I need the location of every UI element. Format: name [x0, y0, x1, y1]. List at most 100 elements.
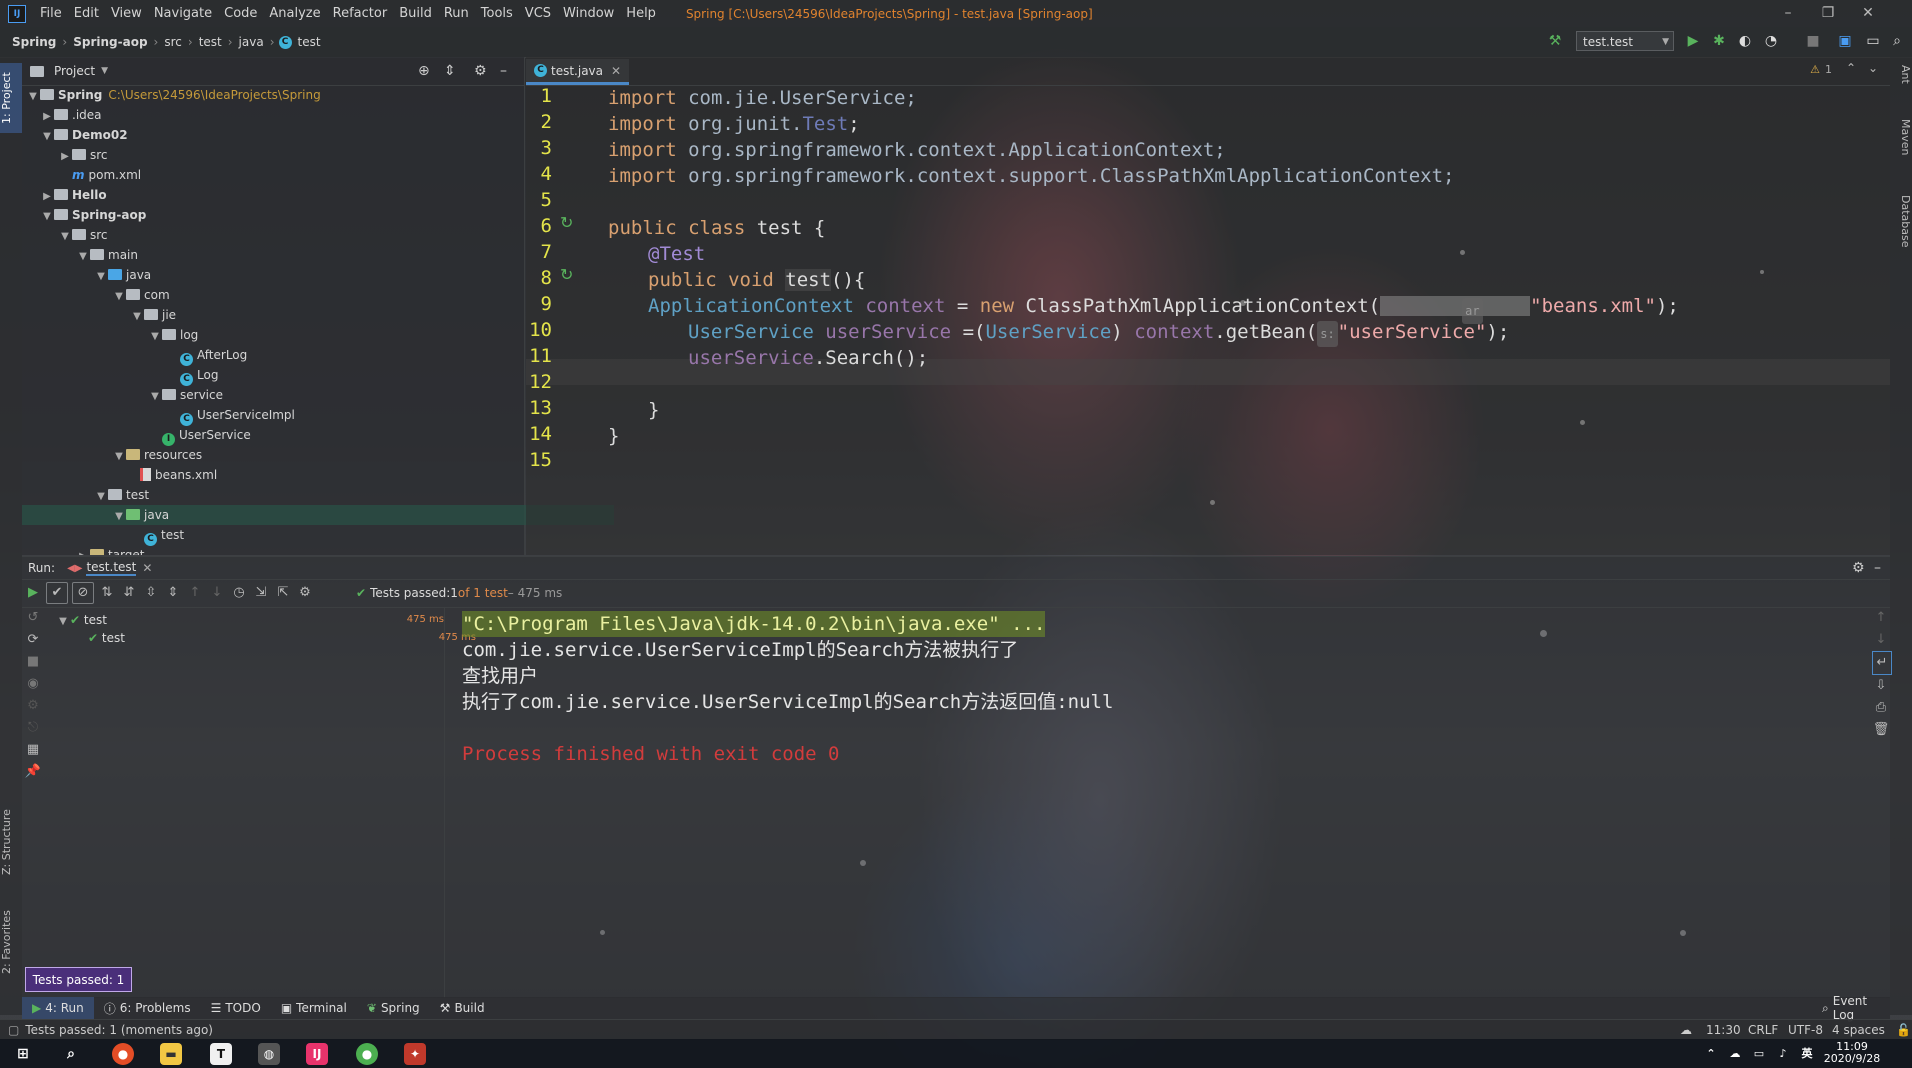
volume-icon[interactable]: ♪ — [1772, 1043, 1794, 1065]
search-icon[interactable]: ⌕ — [60, 1043, 82, 1065]
tree-item-test[interactable]: ▼ test — [22, 485, 596, 505]
app-icon[interactable]: ✦ — [404, 1043, 426, 1065]
chevron-down-icon[interactable]: ▼ — [112, 507, 126, 527]
database-tool-tab[interactable]: Database — [1890, 195, 1912, 275]
intellij-app-icon[interactable]: IJ — [306, 1043, 328, 1065]
arrow-down-icon[interactable]: ↓ — [1872, 629, 1890, 651]
tree-item-hello[interactable]: ▶ Hello — [22, 185, 542, 205]
tree-item-pom[interactable]: m pom.xml — [22, 165, 574, 185]
file-explorer-icon[interactable]: ▬ — [160, 1043, 182, 1065]
stop-icon[interactable]: ■ — [1804, 32, 1822, 50]
spring-tool-tab[interactable]: ❦ Spring — [357, 997, 430, 1019]
lock-icon[interactable]: 🔓 — [1896, 1020, 1911, 1040]
chrome-app-icon[interactable]: ● — [356, 1043, 378, 1065]
chrome-app-icon[interactable]: ● — [112, 1043, 134, 1065]
trash-icon[interactable]: 🗑 — [1872, 719, 1890, 741]
todo-tool-tab[interactable]: ☰ TODO — [201, 997, 271, 1019]
menu-window[interactable]: Window — [557, 6, 620, 21]
structure-tool-tab[interactable]: Z: Structure — [0, 797, 22, 887]
tree-item-idea[interactable]: ▶ .idea — [22, 105, 542, 125]
chevron-down-icon[interactable]: ▼ — [94, 487, 108, 507]
show-passed-icon[interactable]: ✔ — [46, 582, 68, 604]
network-icon[interactable]: ▭ — [1748, 1043, 1770, 1065]
maven-tool-tab[interactable]: Maven — [1890, 119, 1912, 179]
chevron-up-icon[interactable]: ⌃ — [1700, 1043, 1722, 1065]
breadcrumb-spring-aop[interactable]: Spring-aop — [71, 35, 149, 49]
windows-start-icon[interactable]: ⊞ — [12, 1043, 34, 1065]
collapse-all-icon[interactable]: ⇕ — [444, 63, 456, 79]
rerun-failed-icon[interactable]: ↺ — [22, 607, 44, 629]
test-suite-row[interactable]: ▼ ✔ test 475 ms — [52, 611, 448, 629]
test-history-icon[interactable]: ◷ — [228, 582, 250, 604]
rerun-icon[interactable]: ▶ — [22, 582, 44, 604]
cloud-icon[interactable]: ☁ — [1724, 1043, 1746, 1065]
caret-position[interactable]: 11:30 — [1706, 1020, 1741, 1040]
indent-setting[interactable]: 4 spaces — [1832, 1020, 1885, 1040]
arrow-up-icon[interactable]: ↑ — [1872, 607, 1890, 629]
menu-code[interactable]: Code — [218, 6, 263, 21]
debug-icon[interactable]: ✱ — [1710, 32, 1728, 50]
test-case-row[interactable]: ✔ test 475 ms — [52, 629, 480, 647]
menu-refactor[interactable]: Refactor — [327, 6, 394, 21]
menu-file[interactable]: File — [34, 6, 68, 21]
status-window-icon[interactable]: ▢ — [8, 1023, 19, 1037]
scroll-to-end-icon[interactable]: ⇩ — [1872, 675, 1890, 697]
breadcrumb-test[interactable]: test — [197, 35, 224, 49]
breadcrumb-src[interactable]: src — [162, 35, 184, 49]
stop-icon[interactable]: ■ — [22, 651, 44, 673]
export-tests-icon[interactable]: ⇱ — [272, 582, 294, 604]
gear-icon[interactable]: ⚙ — [474, 63, 487, 79]
chevron-right-icon[interactable]: ▶ — [58, 147, 72, 167]
avatar-app-icon[interactable]: ◍ — [258, 1043, 280, 1065]
print-icon[interactable]: ⎙ — [1872, 697, 1890, 719]
taskbar-clock[interactable]: 11:09 2020/9/28 — [1822, 1041, 1882, 1065]
chevron-down-icon[interactable]: ▼ — [40, 207, 54, 227]
camera-icon[interactable]: ◉ — [22, 673, 44, 695]
hide-panel-icon[interactable]: – — [1874, 560, 1881, 576]
input-method-icon[interactable]: 英 — [1796, 1043, 1818, 1065]
tree-item-java[interactable]: ▼ java — [22, 265, 596, 285]
chevron-right-icon[interactable]: ▶ — [40, 107, 54, 127]
chevron-down-icon[interactable]: ▼ — [26, 87, 40, 107]
chevron-right-icon[interactable]: ▶ — [40, 187, 54, 207]
chevron-down-icon[interactable]: ▼ — [40, 127, 54, 147]
warning-icon[interactable]: ⚠ — [1810, 63, 1820, 76]
tree-item-main[interactable]: ▼ main — [22, 245, 578, 265]
import-tests-icon[interactable]: ⇲ — [250, 582, 272, 604]
menu-view[interactable]: View — [105, 6, 148, 21]
chevron-down-icon[interactable]: ▼ — [130, 307, 144, 327]
toggle-auto-test-icon[interactable]: ⟳ — [22, 629, 44, 651]
exit-icon[interactable]: ⎋ — [22, 717, 44, 739]
chevron-right-icon[interactable]: ▶ — [76, 547, 90, 555]
run-tab-label[interactable]: test.test — [86, 560, 137, 576]
soft-wrap-icon[interactable]: ↵ — [1872, 651, 1892, 675]
tree-item-demo02[interactable]: ▼ Demo02 — [22, 125, 542, 145]
event-log-tool-tab[interactable]: ⌕ Event Log — [1812, 994, 1890, 1022]
tree-item-src[interactable]: ▼ src — [22, 225, 560, 245]
previous-failed-icon[interactable]: ↑ — [184, 582, 206, 604]
profile-icon[interactable]: ◔ — [1762, 32, 1780, 50]
menu-help[interactable]: Help — [620, 6, 662, 21]
run-test-gutter-icon[interactable]: ↻ — [560, 213, 573, 232]
collapse-all-icon[interactable]: ⇕ — [162, 582, 184, 604]
status-memory-icon[interactable]: ☁ — [1680, 1020, 1692, 1040]
locate-file-icon[interactable]: ⊕ — [418, 63, 430, 79]
sort-alphabetically-icon[interactable]: ⇅ — [96, 582, 118, 604]
line-separator[interactable]: CRLF — [1748, 1020, 1778, 1040]
gear-icon[interactable]: ⚙ — [294, 582, 316, 604]
chevron-down-icon[interactable]: ⌄ — [1868, 61, 1878, 75]
close-tab-icon[interactable]: ✕ — [611, 64, 621, 78]
tree-item-src[interactable]: ▶ src — [22, 145, 560, 165]
chevron-down-icon[interactable]: ▼ — [148, 327, 162, 347]
restore-icon[interactable]: ❐ — [1808, 0, 1848, 27]
file-encoding[interactable]: UTF-8 — [1788, 1020, 1823, 1040]
coverage-icon[interactable]: ◐ — [1736, 32, 1754, 50]
build-hammer-icon[interactable]: ⚒ — [1546, 32, 1564, 50]
minimize-icon[interactable]: – — [1768, 0, 1808, 27]
settings-icon[interactable]: ⚙ — [22, 695, 44, 717]
hide-panel-icon[interactable]: – — [500, 63, 507, 79]
close-window-icon[interactable]: ✕ — [1848, 0, 1888, 27]
tree-item-spring-aop[interactable]: ▼ Spring-aop — [22, 205, 542, 225]
project-tool-tab[interactable]: 1: Project — [0, 63, 22, 133]
chevron-down-icon[interactable]: ▼ — [112, 287, 126, 307]
